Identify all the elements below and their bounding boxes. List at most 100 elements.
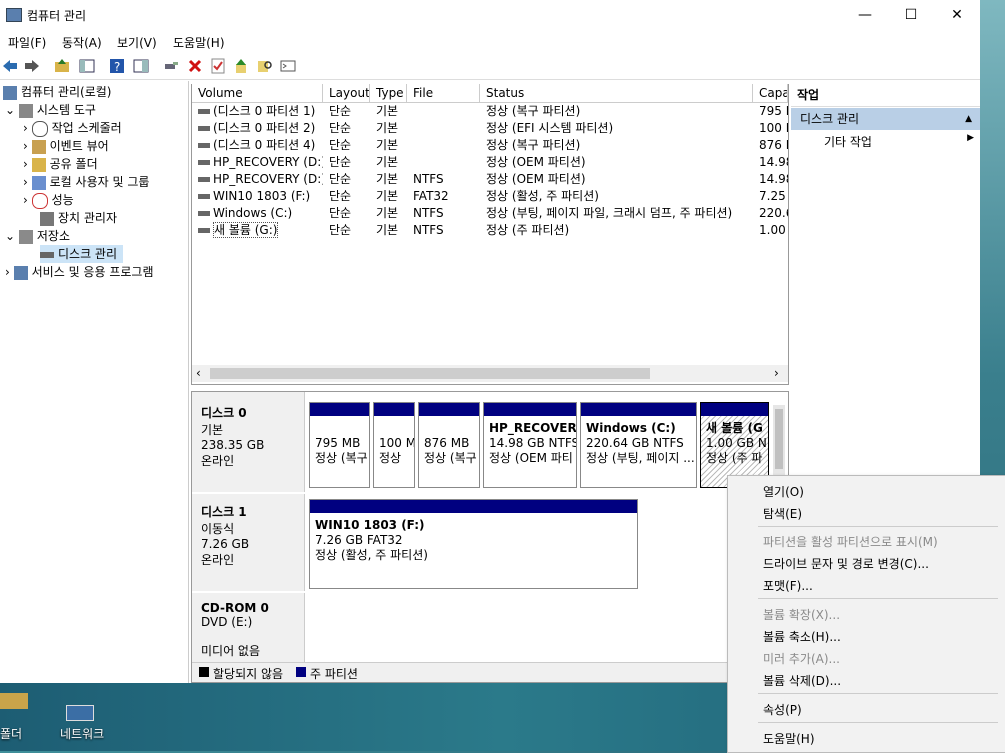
properties-pane-icon[interactable] [133,58,149,74]
actions-more[interactable]: 기타 작업 ▶ [824,133,980,151]
collapse-icon[interactable]: ▲ [965,108,972,130]
chevron-right-icon[interactable]: › [23,121,28,135]
chevron-right-icon[interactable]: › [23,157,28,171]
connect-icon[interactable] [163,58,179,74]
scroll-left-icon[interactable]: ‹ [196,366,201,380]
up-arrow-doc-icon[interactable] [233,58,249,74]
tree-task-scheduler[interactable]: › 작업 스케줄러 [23,119,122,137]
table-cell: 220.6 [759,206,788,220]
table-row[interactable]: (디스크 0 파티션 2) 단순 기본 정상 (EFI 시스템 파티션) 100 I [192,120,788,137]
desktop-icon-label[interactable]: 폴더 [0,725,22,742]
tree-event-viewer[interactable]: › 이벤트 뷰어 [23,137,109,155]
up-folder-icon[interactable] [54,58,70,74]
menu-shrink-volume[interactable]: 볼륨 축소(H)... [763,628,841,645]
table-row[interactable]: HP_RECOVERY (D:) 단순 기본 NTFS 정상 (OEM 파티션) 14.9… [192,171,788,188]
tree-label: 작업 스케줄러 [51,121,122,135]
column-layout[interactable]: Layout [323,84,370,102]
menu-file[interactable]: 파일(F) [8,34,46,51]
checklist-icon[interactable] [210,58,226,74]
volume-icon [198,143,210,148]
volume-cell: (디스크 0 파티션 4) [198,137,323,154]
volume-name: WIN10 1803 (F:) [213,189,311,203]
menu-action[interactable]: 동작(A) [62,34,102,51]
table-row[interactable]: Windows (C:) 단순 기본 NTFS 정상 (부팅, 페이지 파일, 크래시 … [192,205,788,222]
disk-1-label[interactable]: 디스크 1 이동식 7.26 GB 온라인 [192,494,305,591]
minimize-button[interactable]: — [842,0,888,30]
scroll-right-icon[interactable]: › [774,366,779,380]
chevron-right-icon[interactable]: › [23,193,28,207]
table-cell: 단순 [329,189,352,203]
table-row[interactable]: (디스크 0 파티션 1) 단순 기본 정상 (복구 파티션) 795 I [192,103,788,120]
delete-icon[interactable] [187,58,203,74]
menu-properties[interactable]: 속성(P) [763,701,802,718]
partition-size: 7.26 GB FAT32 [315,533,403,547]
chevron-right-icon[interactable]: › [23,175,28,189]
tree-storage[interactable]: ⌄ 저장소 [5,227,70,245]
column-capacity[interactable]: Capa [753,84,788,102]
partition-block[interactable]: 795 MB 정상 (복구 [309,402,370,488]
tree-performance[interactable]: › 성능 [23,191,74,209]
disk-icon [40,251,54,258]
menu-help[interactable]: 도움말(H) [173,34,225,51]
tree-device-manager[interactable]: 장치 관리자 [40,209,117,227]
maximize-button[interactable]: ☐ [888,0,934,30]
table-row[interactable]: WIN10 1803 (F:) 단순 기본 FAT32 정상 (활성, 주 파티션) 7.… [192,188,788,205]
menu-help-item[interactable]: 도움말(H) [763,730,815,747]
volume-list: Volume Layout Type File System Status Ca… [191,84,789,385]
menu-open[interactable]: 열기(O) [763,483,804,500]
table-cell: 기본 [376,104,399,118]
menu-format[interactable]: 포맷(F)... [763,577,813,594]
menu-explore[interactable]: 탐색(E) [763,505,802,522]
menu-view[interactable]: 보기(V) [117,34,157,51]
table-cell: 단순 [329,104,352,118]
tree-services[interactable]: › 서비스 및 응용 프로그램 [5,263,154,281]
volume-icon [198,126,210,131]
shared-folder-icon [31,157,46,172]
table-cell: 14.98 [759,155,788,169]
close-button[interactable]: ✕ [934,0,980,30]
tree-local-users[interactable]: › 로컬 사용자 및 그룹 [23,173,149,191]
column-volume[interactable]: Volume [192,84,323,102]
disk-0-label[interactable]: 디스크 0 기본 238.35 GB 온라인 [192,392,305,492]
menu-change-drive-letter[interactable]: 드라이브 문자 및 경로 변경(C)... [763,555,929,572]
network-icon[interactable] [66,705,94,721]
chevron-right-icon[interactable]: › [5,265,10,279]
table-row[interactable]: 새 볼륨 (G:) 단순 기본 NTFS 정상 (주 파티션) 1.00 [192,222,788,239]
scrollbar-thumb[interactable] [210,368,650,379]
horizontal-scrollbar[interactable]: ‹ › [192,365,788,382]
chevron-right-icon[interactable]: › [23,139,28,153]
partition-block[interactable]: HP_RECOVERY 14.98 GB NTFS 정상 (OEM 파티 [483,402,577,488]
partition-block[interactable]: Windows (C:) 220.64 GB NTFS 정상 (부팅, 페이지 ..… [580,402,697,488]
column-file-system[interactable]: File System [407,84,480,102]
tree-system-tools[interactable]: ⌄ 시스템 도구 [5,101,96,119]
partition-block[interactable]: 100 M 정상 [373,402,415,488]
table-cell: 정상 (주 파티션) [486,223,570,237]
chevron-down-icon[interactable]: ⌄ [5,103,15,117]
tree-root[interactable]: 컴퓨터 관리(로컬) [3,83,111,101]
show-hide-tree-icon[interactable] [79,58,95,74]
column-status[interactable]: Status [480,84,753,102]
folder-icon[interactable] [0,693,28,709]
partition-win10[interactable]: WIN10 1803 (F:) 7.26 GB FAT32 정상 (활성, 주 … [309,499,638,589]
partition-size: 220.64 GB NTFS [586,436,684,450]
forward-arrow-icon[interactable] [24,58,40,74]
find-icon[interactable] [257,58,273,74]
back-arrow-icon[interactable] [2,58,18,74]
tree-disk-management[interactable]: 디스크 관리 [40,245,124,263]
table-cell: 정상 (EFI 시스템 파티션) [486,121,614,135]
console-icon[interactable] [280,58,296,74]
tree-shared-folders[interactable]: › 공유 폴더 [23,155,98,173]
table-row[interactable]: HP_RECOVERY (D:) 단순 기본 정상 (OEM 파티션) 14.98 [192,154,788,171]
tree-label: 시스템 도구 [36,103,96,117]
menu-delete-volume[interactable]: 볼륨 삭제(D)... [763,672,841,689]
menu-bar: 파일(F) 동작(A) 보기(V) 도움말(H) [0,30,980,52]
table-row[interactable]: (디스크 0 파티션 4) 단순 기본 정상 (복구 파티션) 876 I [192,137,788,154]
scrollbar-thumb[interactable] [775,409,783,469]
desktop-icon-label[interactable]: 네트워크 [60,725,104,742]
partition-block[interactable]: 876 MB 정상 (복구 [418,402,480,488]
cdrom-status: 미디어 없음 [201,644,261,658]
chevron-down-icon[interactable]: ⌄ [5,229,15,243]
column-type[interactable]: Type [370,84,407,102]
actions-section-disk-management[interactable]: 디스크 관리 ▲ [791,108,980,130]
help-icon[interactable]: ? [109,58,125,74]
